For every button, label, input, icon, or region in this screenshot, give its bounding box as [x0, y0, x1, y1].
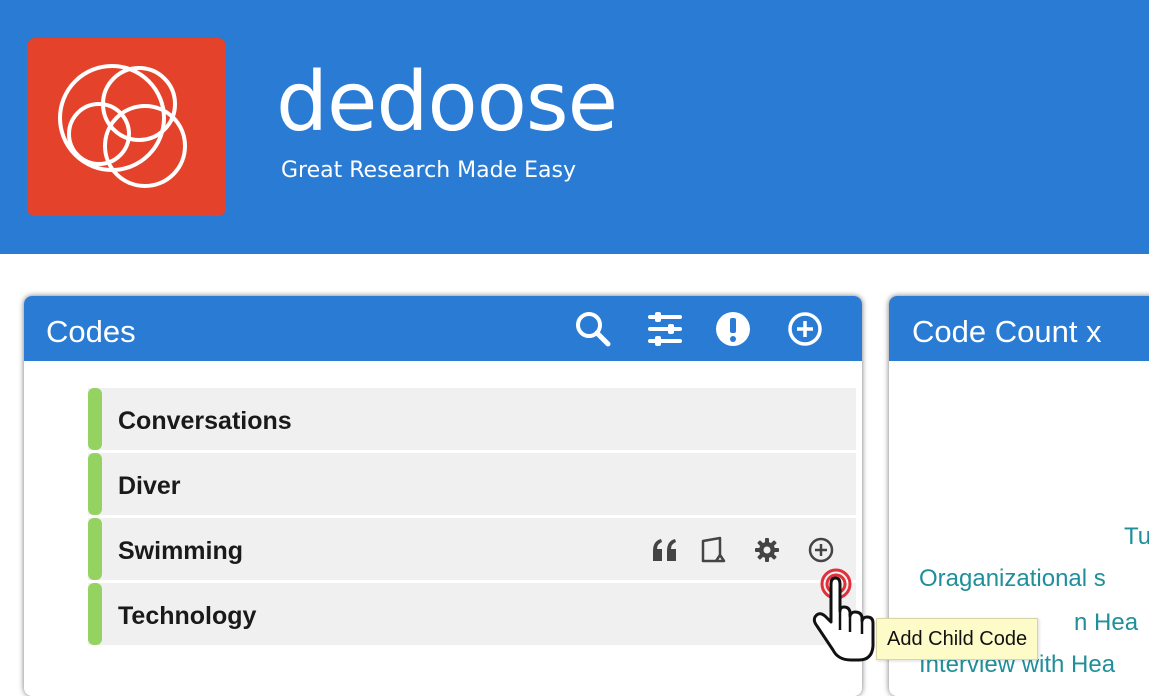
code-color-bar: [88, 453, 102, 515]
gear-icon[interactable]: [752, 535, 782, 565]
count-row-label[interactable]: n Hea: [1074, 609, 1138, 637]
code-color-bar: [88, 518, 102, 580]
code-item-label: Diver: [118, 472, 181, 500]
code-item-label: Technology: [118, 602, 257, 630]
code-color-bar: [88, 583, 102, 645]
tooltip-add-child-code: Add Child Code: [876, 618, 1039, 660]
filter-sliders-icon[interactable]: [646, 310, 684, 348]
add-circle-icon[interactable]: [786, 310, 824, 348]
hand-cursor-icon: [812, 568, 875, 662]
dedoose-logo[interactable]: [27, 38, 226, 216]
logo-rings-icon: [58, 64, 187, 188]
count-row-label[interactable]: Tu: [1124, 523, 1149, 551]
alert-icon[interactable]: [714, 310, 752, 348]
memo-icon[interactable]: [698, 535, 728, 565]
search-icon[interactable]: [574, 310, 612, 348]
app-header: dedoose Great Research Made Easy: [0, 0, 1149, 254]
codes-panel-header: Codes: [24, 296, 862, 361]
code-item-label: Conversations: [118, 407, 292, 435]
codes-panel-title: Codes: [46, 314, 136, 349]
code-count-panel-title: Code Count x: [912, 314, 1102, 349]
add-child-icon[interactable]: [806, 535, 836, 565]
code-item-label: Swimming: [118, 537, 244, 565]
code-color-bar: [88, 388, 102, 450]
brand-tagline: Great Research Made Easy: [281, 158, 576, 183]
code-item[interactable]: Diver: [88, 453, 856, 515]
count-row-label[interactable]: Oraganizational s: [919, 565, 1106, 593]
code-item[interactable]: Technology: [88, 583, 856, 645]
code-count-panel-header: Code Count x: [889, 296, 1149, 361]
code-item[interactable]: Conversations: [88, 388, 856, 450]
quote-icon[interactable]: [650, 535, 680, 565]
codes-panel: Codes Conversations Diver Swimming Techn…: [24, 296, 862, 696]
brand-name: dedoose: [276, 55, 618, 150]
code-item[interactable]: Swimming: [88, 518, 856, 580]
